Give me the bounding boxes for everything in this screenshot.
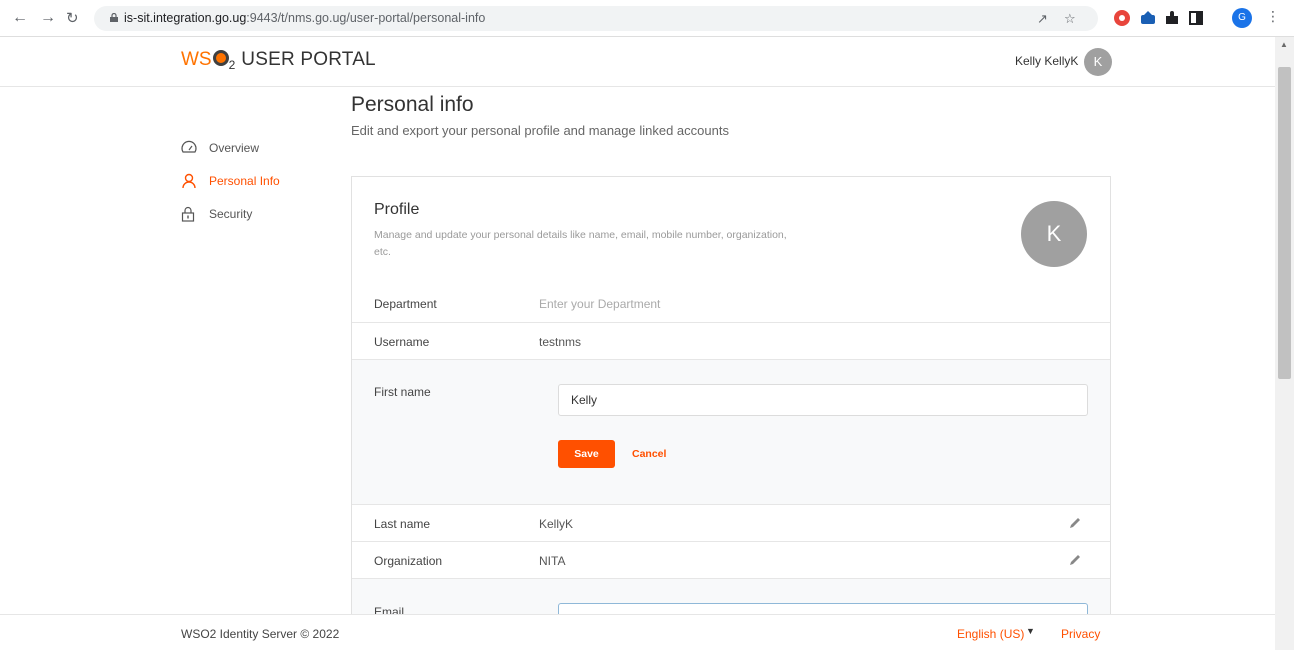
field-label: Department — [374, 297, 437, 311]
user-icon — [182, 173, 196, 189]
extension-red-icon[interactable] — [1113, 9, 1131, 27]
privacy-link[interactable]: Privacy — [1061, 627, 1100, 641]
profile-avatar[interactable]: K — [1021, 201, 1087, 267]
profile-description: Manage and update your personal details … — [374, 229, 787, 258]
pencil-edit-icon[interactable] — [1068, 516, 1082, 530]
sidebar-item-label: Security — [209, 207, 253, 221]
field-label: Last name — [374, 517, 431, 531]
forward-arrow-icon[interactable]: → — [40, 9, 56, 27]
copyright-text: WSO2 Identity Server © 2022 — [181, 627, 340, 641]
extensions-puzzle-icon[interactable] — [1163, 9, 1181, 27]
side-panel-icon[interactable] — [1187, 9, 1205, 27]
extension-blue-icon[interactable] — [1139, 9, 1157, 27]
chevron-down-icon[interactable]: ▼ — [1026, 626, 1035, 636]
logo-subscript: 2 — [228, 58, 236, 72]
field-row-first-name: First name Save Cancel — [352, 359, 1110, 504]
bookmark-star-icon[interactable]: ☆ — [1064, 11, 1076, 27]
field-value: NITA — [539, 554, 566, 568]
sidebar-item-label: Overview — [209, 141, 260, 155]
lock-icon — [110, 13, 118, 22]
field-row-username: Username testnms — [352, 322, 1110, 359]
field-row-department[interactable]: Department Enter your Department — [352, 285, 1110, 322]
page-footer: WSO2 Identity Server © 2022 English (US)… — [0, 614, 1275, 650]
field-row-last-name: Last name KellyK — [352, 504, 1110, 541]
field-value: KellyK — [539, 517, 574, 531]
browser-profile-avatar[interactable]: G — [1232, 8, 1252, 28]
back-arrow-icon[interactable]: ← — [12, 9, 28, 27]
profile-title: Profile — [374, 201, 420, 218]
sidebar-item-label: Personal Info — [209, 174, 280, 188]
field-placeholder[interactable]: Enter your Department — [539, 297, 660, 311]
field-label: First name — [374, 385, 431, 399]
page-subtitle: Edit and export your personal profile an… — [351, 123, 729, 138]
logo-product-name: USER PORTAL — [241, 49, 376, 70]
field-label: Username — [374, 335, 430, 349]
lock-icon — [181, 206, 195, 222]
page-scrollbar[interactable]: ▲ — [1275, 37, 1294, 650]
language-selector[interactable]: English (US) — [957, 627, 1024, 641]
wso2-logo[interactable]: WS 2 USER PORTAL — [181, 49, 376, 72]
app-header: WS 2 USER PORTAL Kelly KellyK K — [0, 37, 1275, 87]
reload-icon[interactable]: ↻ — [66, 9, 79, 27]
user-display-name[interactable]: Kelly KellyK — [1015, 54, 1078, 68]
pencil-edit-icon[interactable] — [1068, 553, 1082, 567]
page-title: Personal info — [351, 93, 474, 116]
dashboard-icon — [181, 140, 197, 153]
user-avatar[interactable]: K — [1084, 48, 1112, 76]
logo-o-mark — [212, 50, 229, 66]
scrollbar-thumb[interactable] — [1278, 67, 1291, 379]
first-name-input[interactable] — [558, 384, 1088, 416]
share-icon[interactable]: ↗ — [1037, 11, 1048, 27]
address-bar[interactable]: is-sit.integration.go.ug:9443/t/nms.go.u… — [94, 6, 1098, 31]
browser-menu-icon[interactable]: ⋮ — [1266, 8, 1280, 25]
profile-card: Profile Manage and update your personal … — [351, 176, 1111, 616]
url-text: is-sit.integration.go.ug:9443/t/nms.go.u… — [124, 11, 486, 25]
logo-wso-text: WS — [181, 49, 212, 70]
field-value: testnms — [539, 335, 582, 349]
field-row-email: Email — [352, 578, 1110, 616]
cancel-button[interactable]: Cancel — [632, 440, 666, 468]
field-row-organization: Organization NITA — [352, 541, 1110, 578]
browser-toolbar: ← → ↻ is-sit.integration.go.ug:9443/t/nm… — [0, 0, 1294, 37]
scroll-up-arrow-icon[interactable]: ▲ — [1280, 40, 1288, 49]
save-button[interactable]: Save — [558, 440, 615, 468]
field-label: Organization — [374, 554, 443, 568]
